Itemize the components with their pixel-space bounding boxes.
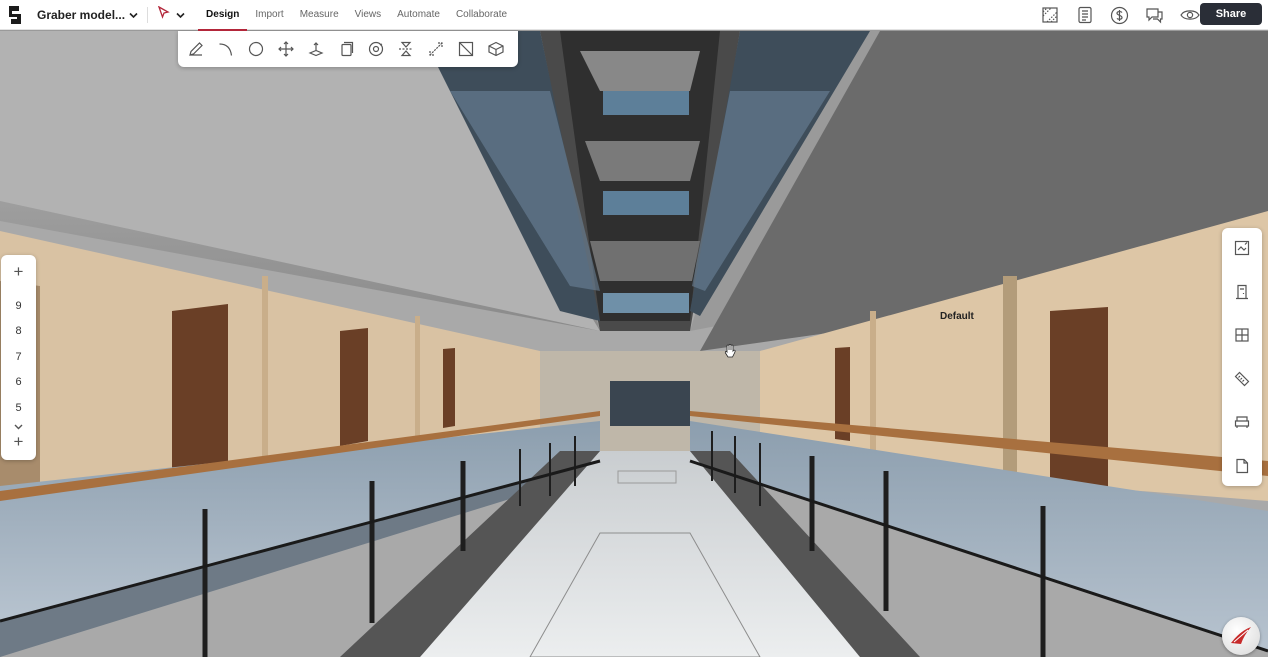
door-icon[interactable] [1232,282,1252,302]
tab-label: Design [206,9,240,20]
model-name-dropdown[interactable]: Graber model... [37,8,138,22]
tab-label: Measure [299,9,339,20]
tab-collaborate[interactable]: Collaborate [448,0,515,30]
header-icon-group [1039,0,1200,30]
schedule-icon[interactable] [1074,5,1095,26]
copy-icon[interactable] [336,39,356,59]
tab-label: Automate [397,9,440,20]
tab-import[interactable]: Import [247,0,291,30]
drawing-toolbar [178,31,518,67]
chevron-down-icon [176,6,185,24]
cost-icon[interactable] [1109,5,1130,26]
model-name-label: Graber model... [37,7,126,22]
sheet-icon[interactable] [1039,5,1060,26]
chevron-down-icon [129,8,138,22]
main-tabs: Design Import Measure Views Automate Col… [198,0,515,31]
level-item[interactable]: 5 [1,402,36,414]
window-icon[interactable] [1232,325,1252,345]
visibility-eye-icon[interactable] [1179,5,1200,26]
tab-automate[interactable]: Automate [389,0,448,30]
level-item[interactable]: 6 [1,376,36,388]
render-icon[interactable] [1232,238,1252,258]
tab-views[interactable]: Views [347,0,390,30]
divider [147,6,149,23]
hand-cursor-icon [724,344,736,363]
app-logo-icon[interactable] [0,0,30,30]
select-tool-dropdown[interactable] [157,5,185,24]
chevron-down-icon[interactable] [12,419,25,430]
section-icon[interactable] [456,39,476,59]
rotate-icon[interactable] [366,39,386,59]
arc-icon[interactable] [216,39,236,59]
scale-icon[interactable] [426,39,446,59]
circle-icon[interactable] [246,39,266,59]
tab-design[interactable]: Design [198,0,248,31]
level-item[interactable]: 8 [1,325,36,337]
level-item[interactable]: 7 [1,351,36,363]
document-icon[interactable] [1232,456,1252,476]
tab-measure[interactable]: Measure [292,0,347,30]
3d-viewport[interactable] [0,31,1268,657]
furniture-icon[interactable] [1232,412,1252,432]
tab-label: Import [255,9,284,20]
add-level-top-button[interactable]: + [1,261,36,283]
scene-label: Default [940,311,974,322]
mirror-icon[interactable] [396,39,416,59]
comments-icon[interactable] [1144,5,1165,26]
top-bar: Graber model... Design Import Measure Vi… [0,0,1268,31]
solid-icon[interactable] [486,39,506,59]
add-level-bottom-button[interactable]: + [1,431,36,453]
level-item[interactable]: 9 [1,300,36,312]
share-button[interactable]: Share [1200,3,1262,25]
select-arrow-icon [157,5,170,24]
pencil-icon[interactable] [186,39,206,59]
move-icon[interactable] [276,39,296,59]
tab-label: Collaborate [455,9,508,20]
ruler-icon[interactable] [1232,369,1252,389]
push-pull-icon[interactable] [306,39,326,59]
right-tool-panel [1222,228,1262,486]
view-cube-compass-icon[interactable] [1222,617,1260,655]
levels-panel: + 9 8 7 6 5 + [1,255,36,460]
tab-label: Views [354,9,382,20]
